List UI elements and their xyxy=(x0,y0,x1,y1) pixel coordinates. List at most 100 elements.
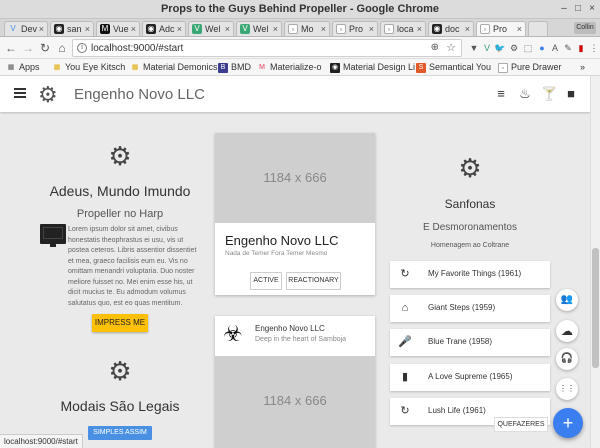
scrollbar-thumb[interactable] xyxy=(592,248,599,368)
list-item[interactable]: 🎤 Blue Trane (1958) xyxy=(390,329,550,356)
tab[interactable]: M Vue × xyxy=(96,21,140,36)
close-tab-icon[interactable]: × xyxy=(321,22,326,36)
add-fab-button[interactable]: + xyxy=(553,408,583,438)
forward-icon[interactable]: → xyxy=(21,41,35,55)
bookmark-label: Pure Drawer xyxy=(511,62,562,72)
scale-icon[interactable]: ♨ xyxy=(518,86,532,102)
close-tab-icon[interactable]: × xyxy=(225,22,230,36)
list-item[interactable]: ↻ My Favorite Things (1961) xyxy=(390,261,550,288)
extension-icon[interactable]: V xyxy=(481,42,493,54)
github-icon: ◉ xyxy=(432,24,442,34)
extension-icon[interactable]: ▮ xyxy=(575,42,587,54)
new-tab-button[interactable] xyxy=(528,21,548,36)
bookmark-item[interactable]: B BMD xyxy=(218,61,251,74)
reactionary-button[interactable]: REACTIONARY xyxy=(286,272,341,290)
bookmark-icon: ▦ xyxy=(131,64,139,71)
extension-icon[interactable]: ▼ xyxy=(468,42,480,54)
tab[interactable]: ▫ loca × xyxy=(380,21,426,36)
extension-icon[interactable]: ⬚ xyxy=(522,42,534,54)
close-tab-icon[interactable]: × xyxy=(369,22,374,36)
tab[interactable]: V Wel × xyxy=(236,21,282,36)
bookmark-item[interactable]: ▫ Pure Drawer xyxy=(498,61,562,74)
tab-label: Vue xyxy=(113,24,129,34)
tab[interactable]: V Wel × xyxy=(188,21,234,36)
maximize-button[interactable]: □ xyxy=(572,3,584,15)
gears-icon: ⚙ xyxy=(458,153,482,183)
refresh-icon: ↻ xyxy=(400,268,410,280)
tab[interactable]: V Dev × xyxy=(4,21,48,36)
close-tab-icon[interactable]: × xyxy=(177,22,182,36)
impress-me-button[interactable]: IMPRESS ME xyxy=(92,314,148,332)
extension-icon[interactable]: ⚙ xyxy=(508,42,520,54)
scrollbar[interactable] xyxy=(590,76,600,448)
bookmark-apps[interactable]: ▦ Apps xyxy=(6,61,40,74)
tab-label: Pro xyxy=(493,24,508,34)
tab[interactable]: ▫ Pro × xyxy=(332,21,378,36)
tab-label: Wel xyxy=(253,24,269,34)
close-tab-icon[interactable]: × xyxy=(131,22,136,36)
bookmark-item[interactable]: ◉ Material Design Li xyxy=(330,61,415,74)
tab-active[interactable]: ▫ Pro × xyxy=(476,21,526,36)
cocktail-icon[interactable]: 🍸 xyxy=(541,86,557,102)
profile-button[interactable]: Collin xyxy=(574,22,596,34)
headset-icon[interactable]: 🎧 xyxy=(556,348,578,370)
close-tab-icon[interactable]: × xyxy=(85,22,90,36)
close-tab-icon[interactable]: × xyxy=(517,22,522,36)
list-item-label: Lush Life (1961) xyxy=(428,406,486,415)
card2-title: Engenho Novo LLC xyxy=(255,324,325,333)
tab[interactable]: ▫ Mo × xyxy=(284,21,330,36)
refresh-icon: ↻ xyxy=(400,405,410,417)
extension-icon[interactable]: A xyxy=(549,42,561,54)
close-tab-icon[interactable]: × xyxy=(273,22,278,36)
extension-icon[interactable]: ✎ xyxy=(562,42,574,54)
left-title2: Modais São Legais xyxy=(60,398,180,414)
reload-icon[interactable]: ↻ xyxy=(38,41,52,55)
bank-icon: ⌂ xyxy=(401,302,409,314)
dialpad-icon[interactable]: ⋮⋮ xyxy=(556,378,578,400)
bookmark-star-icon[interactable]: ☆ xyxy=(446,41,456,54)
tab[interactable]: ◉ san × xyxy=(50,21,94,36)
tab[interactable]: ◉ doc × xyxy=(428,21,474,36)
menu-icon[interactable]: ⋮ xyxy=(588,42,600,54)
back-icon[interactable]: ← xyxy=(4,41,18,55)
list-item[interactable]: ⌂ Giant Steps (1959) xyxy=(390,295,550,322)
tab-label: doc xyxy=(445,24,460,34)
close-window-button[interactable]: × xyxy=(586,3,598,15)
gears-logo-icon: ⚙ xyxy=(38,82,58,107)
address-bar[interactable]: i localhost:9000/#start ⊕ ☆ xyxy=(72,39,462,57)
close-tab-icon[interactable]: × xyxy=(417,22,422,36)
close-tab-icon[interactable]: × xyxy=(465,22,470,36)
bookmark-item[interactable]: ▦ You Eye Kitsch xyxy=(52,61,126,74)
app-bar: ⚙ Engenho Novo LLC ≡ ♨ 🍸 ■ xyxy=(0,76,590,112)
bookmark-item[interactable]: ▦ Material Demonics xyxy=(130,61,218,74)
active-button[interactable]: ACTIVE xyxy=(250,272,282,290)
bookmark-icon: ▦ xyxy=(53,64,61,71)
group-add-icon[interactable]: 👥 xyxy=(556,289,578,311)
zoom-icon[interactable]: ⊕ xyxy=(431,42,439,53)
bookmarks-more[interactable]: » xyxy=(580,61,585,74)
close-tab-icon[interactable]: × xyxy=(39,22,44,36)
tab[interactable]: ◉ Adc × xyxy=(142,21,186,36)
bookmark-item[interactable]: M Materialize-o xyxy=(257,61,321,74)
twitter-icon[interactable]: 🐦 xyxy=(494,42,506,54)
simples-assim-button[interactable]: SIMPLES ASSIM xyxy=(88,426,152,440)
tab-label: loca xyxy=(397,24,414,34)
tab-label: Mo xyxy=(301,24,314,34)
list-icon[interactable]: ≡ xyxy=(494,86,508,102)
info-icon[interactable]: i xyxy=(77,43,87,53)
page-icon: ▫ xyxy=(498,63,508,73)
box-icon[interactable]: ■ xyxy=(564,86,578,102)
bookmark-label: BMD xyxy=(231,62,251,72)
brand-title[interactable]: Engenho Novo LLC xyxy=(74,86,205,103)
bookmark-label: Semantical You xyxy=(429,62,492,72)
url-text[interactable]: localhost:9000/#start xyxy=(91,43,183,54)
minimize-button[interactable]: – xyxy=(558,3,570,15)
cloud-icon[interactable]: ☁ xyxy=(556,320,578,342)
toolbar: ← → ↻ ⌂ i localhost:9000/#start ⊕ ☆ ▼ V … xyxy=(0,37,600,59)
bookmark-item[interactable]: S Semantical You xyxy=(416,61,491,74)
list-item[interactable]: ▮ A Love Supreme (1965) xyxy=(390,364,550,391)
extension-icon[interactable]: ● xyxy=(536,42,548,54)
hamburger-menu-icon[interactable] xyxy=(14,88,26,98)
home-icon[interactable]: ⌂ xyxy=(55,41,69,55)
card-title: Engenho Novo LLC xyxy=(225,233,339,248)
